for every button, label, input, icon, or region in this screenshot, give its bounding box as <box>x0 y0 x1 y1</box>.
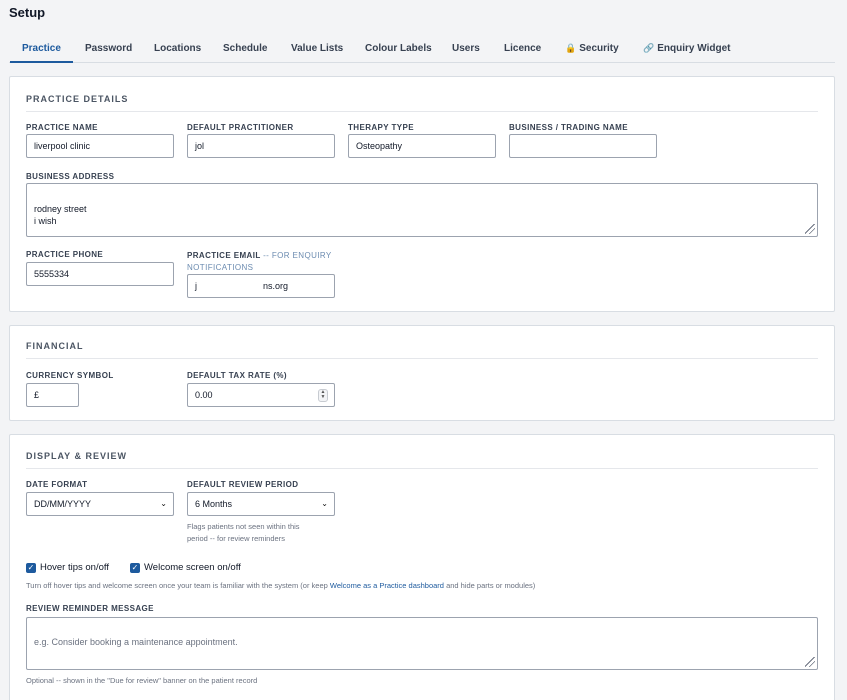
tab-password[interactable]: Password <box>85 43 132 54</box>
display-review-card: DISPLAY & REVIEW DATE FORMAT DD/MM/YYYY … <box>9 434 835 700</box>
default-practitioner-label: DEFAULT PRACTITIONER <box>187 123 294 132</box>
tab-label: Practice <box>22 43 61 54</box>
review-period-select[interactable]: 6 Months ⌄ <box>187 492 335 516</box>
business-name-input[interactable] <box>509 134 657 158</box>
therapy-type-label: THERAPY TYPE <box>348 123 414 132</box>
welcome-screen-label[interactable]: Welcome screen on/off <box>144 562 241 573</box>
tab-label: Licence <box>504 43 542 54</box>
section-heading: PRACTICE DETAILS <box>26 94 818 112</box>
tab-label: Password <box>85 43 133 54</box>
review-period-hint-2: period -- for review reminders <box>187 534 285 543</box>
reminder-message-textarea[interactable]: e.g. Consider booking a maintenance appo… <box>26 617 818 670</box>
tab-schedule[interactable]: Schedule <box>223 43 267 54</box>
tab-value-lists[interactable]: Value Lists <box>291 43 343 54</box>
practice-email-note-2: NOTIFICATIONS <box>187 263 254 272</box>
toggle-hint: Turn off hover tips and welcome screen o… <box>26 580 535 592</box>
review-period-hint: Flags patients not seen within this peri… <box>187 521 300 545</box>
toggle-hint-text-end: and hide parts or modules) <box>443 581 536 590</box>
practice-phone-label: PRACTICE PHONE <box>26 250 104 259</box>
business-address-label: BUSINESS ADDRESS <box>26 172 115 181</box>
hover-tips-checkbox[interactable]: ✓ <box>26 563 36 573</box>
financial-card: FINANCIAL CURRENCY SYMBOL £ DEFAULT TAX … <box>9 325 835 421</box>
tab-label: Security <box>579 43 619 54</box>
reminder-message-label: REVIEW REMINDER MESSAGE <box>26 604 154 613</box>
date-format-value: DD/MM/YYYY <box>34 499 92 509</box>
tab-colour-labels[interactable]: Colour Labels <box>365 43 432 54</box>
tab-practice[interactable]: Practice <box>10 43 73 63</box>
resize-grip-icon[interactable] <box>805 657 815 667</box>
tax-rate-input[interactable]: 0.00 ▲ ▼ <box>187 383 335 407</box>
practice-email-label: PRACTICE EMAIL -- FOR ENQUIRY NOTIFICATI… <box>187 250 332 274</box>
practice-phone-input[interactable]: 5555334 <box>26 262 174 286</box>
practice-email-end: ns.org <box>263 281 289 291</box>
practice-email-label-text: PRACTICE EMAIL <box>187 251 261 260</box>
tax-rate-value: 0.00 <box>195 390 213 400</box>
tax-rate-label: DEFAULT TAX RATE (%) <box>187 371 287 380</box>
tab-bar: Practice Password Locations Schedule Val… <box>9 36 835 63</box>
practice-email-input[interactable]: j ns.org <box>187 274 335 298</box>
practice-name-input[interactable]: liverpool clinic <box>26 134 174 158</box>
tab-security[interactable]: 🔒 Security <box>565 43 619 54</box>
section-heading: FINANCIAL <box>26 341 818 359</box>
section-heading: DISPLAY & REVIEW <box>26 451 818 469</box>
chevron-down-icon: ⌄ <box>321 499 328 508</box>
practice-details-card: PRACTICE DETAILS PRACTICE NAME liverpool… <box>9 76 835 312</box>
tab-licence[interactable]: Licence <box>504 43 541 54</box>
welcome-screen-checkbox[interactable]: ✓ <box>130 563 140 573</box>
tab-label: Enquiry Widget <box>657 43 731 54</box>
number-stepper-icon[interactable]: ▲ ▼ <box>318 389 328 402</box>
review-period-value: 6 Months <box>195 499 233 509</box>
tab-users[interactable]: Users <box>452 43 480 54</box>
practice-email-start: j <box>195 281 197 291</box>
date-format-label: DATE FORMAT <box>26 480 88 489</box>
tab-label: Users <box>452 43 480 54</box>
tab-locations[interactable]: Locations <box>154 43 201 54</box>
link-icon: 🔗 <box>643 43 655 53</box>
business-address-textarea[interactable]: rodney street i wish <box>26 183 818 237</box>
practice-name-label: PRACTICE NAME <box>26 123 98 132</box>
hover-tips-label[interactable]: Hover tips on/off <box>40 562 109 573</box>
lock-icon: 🔒 <box>565 43 577 53</box>
review-period-hint-1: Flags patients not seen within this <box>187 522 300 531</box>
page-title: Setup <box>9 5 46 20</box>
currency-symbol-label: CURRENCY SYMBOL <box>26 371 114 380</box>
therapy-type-input[interactable]: Osteopathy <box>348 134 496 158</box>
reminder-hint: Optional -- shown in the "Due for review… <box>26 676 258 685</box>
welcome-dashboard-link[interactable]: Welcome as a Practice dashboard <box>330 581 444 590</box>
tab-enquiry-widget[interactable]: 🔗 Enquiry Widget <box>643 43 730 54</box>
business-name-label: BUSINESS / TRADING NAME <box>509 123 628 132</box>
reminder-message-placeholder: e.g. Consider booking a maintenance appo… <box>34 637 238 647</box>
tab-label: Locations <box>154 43 202 54</box>
chevron-down-icon: ⌄ <box>160 499 167 508</box>
currency-symbol-input[interactable]: £ <box>26 383 79 407</box>
review-period-label: DEFAULT REVIEW PERIOD <box>187 480 299 489</box>
default-practitioner-input[interactable]: jol <box>187 134 335 158</box>
tab-label: Colour Labels <box>365 43 432 54</box>
toggle-hint-text: Turn off hover tips and welcome screen o… <box>26 581 330 590</box>
resize-grip-icon[interactable] <box>805 224 815 234</box>
practice-email-note: -- FOR ENQUIRY <box>263 251 332 260</box>
date-format-select[interactable]: DD/MM/YYYY ⌄ <box>26 492 174 516</box>
tab-label: Value Lists <box>291 43 344 54</box>
business-address-text: rodney street i wish <box>34 204 87 226</box>
tab-label: Schedule <box>223 43 268 54</box>
